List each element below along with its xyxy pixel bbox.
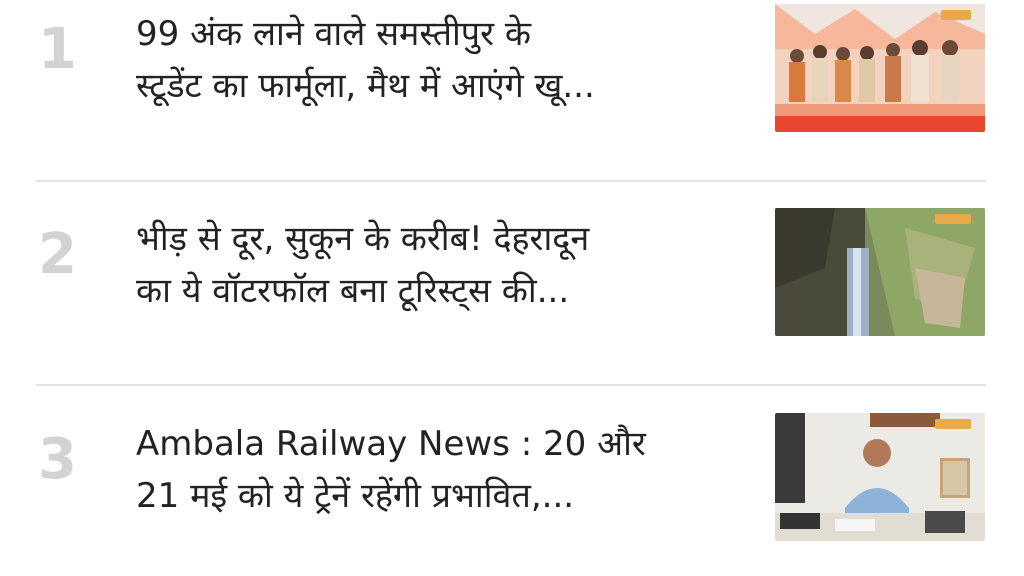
rank-number: 3 xyxy=(38,427,77,492)
thumbnail-image[interactable] xyxy=(775,4,985,132)
headline-line: 21 मई को ये ट्रेनें रहेंगी प्रभावित,... xyxy=(136,476,575,516)
divider xyxy=(36,384,986,386)
rank-number: 2 xyxy=(38,222,77,287)
thumbnail-image[interactable] xyxy=(775,413,985,541)
thumbnail-image[interactable] xyxy=(775,208,985,336)
list-item[interactable]: 2 भीड़ से दूर, सुकून के करीब! देहरादून क… xyxy=(0,205,1024,355)
railway-officer-photo xyxy=(775,413,985,541)
headline-line: Ambala Railway News : 20 और xyxy=(136,424,646,464)
divider xyxy=(36,180,986,182)
headline-link[interactable]: 99 अंक लाने वाले समस्तीपुर के स्टूडेंट क… xyxy=(136,8,748,112)
headline-link[interactable]: Ambala Railway News : 20 और 21 मई को ये … xyxy=(136,418,748,522)
headline-line: 99 अंक लाने वाले समस्तीपुर के xyxy=(136,14,531,54)
headline-link[interactable]: भीड़ से दूर, सुकून के करीब! देहरादून का … xyxy=(136,213,748,317)
list-item[interactable]: 1 99 अंक लाने वाले समस्तीपुर के स्टूडेंट… xyxy=(0,0,1024,150)
headline-line: का ये वॉटरफॉल बना टूरिस्ट्स की... xyxy=(136,271,570,311)
headline-line: स्टूडेंट का फार्मूला, मैथ में आएंगे खू..… xyxy=(136,66,595,106)
news-list: 1 99 अंक लाने वाले समस्तीपुर के स्टूडेंट… xyxy=(0,0,1024,576)
list-item[interactable]: 3 Ambala Railway News : 20 और 21 मई को य… xyxy=(0,410,1024,560)
headline-line: भीड़ से दूर, सुकून के करीब! देहरादून xyxy=(136,219,590,259)
students-group-photo xyxy=(775,4,985,132)
waterfall-photo xyxy=(775,208,985,336)
rank-number: 1 xyxy=(38,17,77,82)
